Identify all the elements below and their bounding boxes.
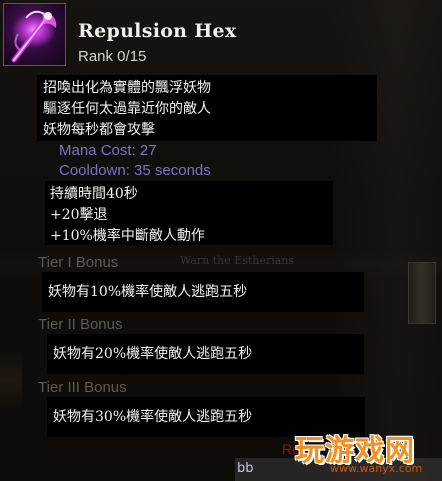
tier-2-label: Tier II Bonus (38, 316, 123, 333)
tier-2-box: 妖物有20%機率使敵人逃跑五秒 (47, 334, 364, 374)
background-edge (0, 350, 22, 410)
effect-line: 持續時間40秒 (50, 186, 138, 202)
tier-3-text: 妖物有30%機率使敵人逃跑五秒 (53, 409, 253, 425)
description-line: 招喚出化為實體的飄浮妖物 (43, 80, 211, 96)
mana-cost: Mana Cost: 27 (59, 142, 157, 159)
tier-2-text: 妖物有20%機率使敵人逃跑五秒 (53, 346, 253, 362)
tier-1-box: 妖物有10%機率使敵人逃跑五秒 (42, 272, 364, 312)
hex-staff-icon[interactable] (3, 3, 66, 66)
effect-line: +20擊退 (50, 207, 108, 223)
tier-1-label: Tier I Bonus (38, 254, 119, 271)
description-line: 妖物每秒都會攻擊 (43, 122, 155, 138)
effects-box: 持續時間40秒 +20擊退 +10%機率中斷敵人動作 (45, 181, 333, 245)
tier-1-text: 妖物有10%機率使敵人逃跑五秒 (48, 284, 248, 300)
description-box: 招喚出化為實體的飄浮妖物 驅逐任何太過靠近你的敵人 妖物每秒都會攻擊 (37, 75, 377, 141)
cooldown: Cooldown: 35 seconds (59, 162, 211, 179)
background-faded-text: Warn the Estherians (180, 254, 295, 267)
skill-title: Repulsion Hex (78, 20, 237, 42)
tier-3-label: Tier III Bonus (38, 379, 127, 396)
footer-text: bb (237, 461, 254, 476)
watermark-url: www.wanyx.com (330, 462, 423, 475)
skill-tooltip: Warn the Estherians Repulsion Hex Rank 0… (0, 0, 442, 481)
background-scroll-handle (408, 262, 436, 324)
effect-line: +10%機率中斷敵人動作 (50, 228, 205, 244)
skill-rank: Rank 0/15 (78, 48, 147, 65)
description-line: 驅逐任何太過靠近你的敵人 (43, 101, 211, 117)
